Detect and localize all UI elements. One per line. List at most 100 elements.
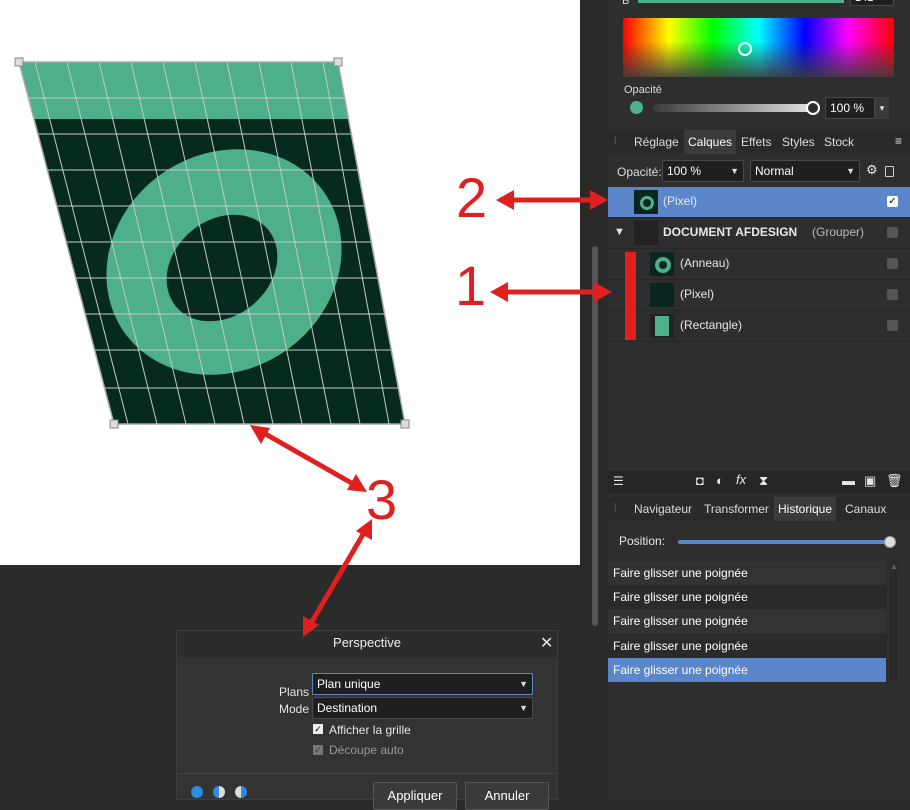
close-icon[interactable]: ✕ <box>540 633 553 653</box>
scroll-up-icon[interactable]: ▲ <box>890 562 898 571</box>
opacity-label: Opacité <box>624 84 662 96</box>
tab-calques[interactable]: Calques <box>684 130 737 154</box>
preset-icon-1[interactable] <box>191 786 203 798</box>
history-item[interactable]: Faire glisser une poignée <box>608 585 886 609</box>
folder-icon[interactable]: ▬ <box>842 473 855 488</box>
color-picker-cursor[interactable] <box>738 42 752 56</box>
lock-icon[interactable] <box>885 166 894 177</box>
opacity-dropdown-icon[interactable]: ▾ <box>875 97 889 119</box>
panel-scrollbar[interactable] <box>592 246 598 626</box>
preset-icon-2[interactable] <box>213 786 225 798</box>
layer-thumbnail <box>650 252 674 276</box>
handle-top-left[interactable] <box>14 57 24 67</box>
tab-transformer[interactable]: Transformer <box>700 497 773 521</box>
layer-visibility-checkbox[interactable] <box>887 258 898 269</box>
layer-label: DOCUMENT AFDESIGN <box>663 225 798 239</box>
color-spectrum[interactable] <box>623 18 894 77</box>
adjustment-icon[interactable]: ◐ <box>716 473 724 488</box>
layer-row-pixel-selected[interactable]: (Pixel) ✓ <box>608 187 910 218</box>
layer-visibility-checkbox[interactable] <box>887 227 898 238</box>
layers-stack-icon[interactable]: ☰ <box>613 474 624 488</box>
fx-icon[interactable]: fx <box>736 472 746 487</box>
layer-label: (Rectangle) <box>680 318 743 332</box>
trash-icon[interactable]: 🗑 <box>886 473 903 489</box>
tab-styles[interactable]: Styles <box>778 130 819 154</box>
layer-visibility-checkbox[interactable]: ✓ <box>887 196 898 207</box>
plans-select[interactable]: Plan unique ▼ <box>312 673 533 695</box>
channel-value-field[interactable]: 141 <box>850 0 894 6</box>
layer-visibility-checkbox[interactable] <box>887 289 898 300</box>
handle-bottom-right[interactable] <box>400 419 410 429</box>
layer-label: (Pixel) <box>663 194 698 208</box>
layer-row-pixel[interactable]: (Pixel) <box>608 280 910 311</box>
channel-label: B <box>622 0 630 7</box>
show-grid-checkbox[interactable]: ✓ <box>313 724 323 734</box>
layers-toolbar: ☰ ◘ ◐ fx ⧗ ▬ ▣ 🗑 <box>608 471 910 493</box>
handle-top-right[interactable] <box>333 57 343 67</box>
tab-canaux[interactable]: Canaux <box>841 497 890 521</box>
history-item-selected[interactable]: Faire glisser une poignée <box>608 658 886 682</box>
opacity-value-field[interactable]: 100 % <box>825 97 875 119</box>
perspective-dialog: Perspective ✕ Plans Plan unique ▼ Mode De… <box>176 630 558 810</box>
history-item[interactable]: Faire glisser une poignée <box>608 609 886 633</box>
chevron-down-icon: ▼ <box>519 703 528 713</box>
new-layer-icon[interactable]: ▣ <box>864 473 876 489</box>
history-slider-knob[interactable] <box>884 536 896 548</box>
artwork-rectangle <box>19 62 405 119</box>
annotation-number-3: 3 <box>366 468 398 531</box>
grip-icon: ⁞ <box>614 503 617 514</box>
layer-label: (Anneau) <box>680 256 730 270</box>
layer-label: (Pixel) <box>680 287 715 301</box>
chevron-down-icon: ▼ <box>730 166 739 176</box>
plans-label: Plans <box>278 685 309 699</box>
tab-stock[interactable]: Stock <box>820 130 858 154</box>
history-position-slider[interactable] <box>678 540 890 544</box>
color-swatch[interactable] <box>630 101 643 114</box>
apply-button[interactable]: Appliquer <box>373 782 457 810</box>
annotation-number-1: 1 <box>455 254 487 317</box>
mode-select[interactable]: Destination ▼ <box>312 697 533 719</box>
live-filter-icon[interactable]: ⧗ <box>759 473 768 489</box>
opacity-slider[interactable] <box>653 104 810 112</box>
panel-menu-icon[interactable]: ≡ <box>895 134 902 148</box>
layer-thumbnail <box>650 314 674 338</box>
tab-effets[interactable]: Effets <box>737 130 775 154</box>
perspective-artwork[interactable] <box>0 0 580 565</box>
tab-reglage[interactable]: Réglage <box>630 130 683 154</box>
chevron-down-icon: ▼ <box>846 166 855 176</box>
channel-slider[interactable] <box>638 0 844 3</box>
layer-thumbnail <box>650 283 674 307</box>
annotation-number-2: 2 <box>456 166 488 229</box>
grip-icon: ⁞ <box>614 136 617 147</box>
gear-icon[interactable]: ⚙ <box>866 162 878 178</box>
tab-historique[interactable]: Historique <box>774 497 837 521</box>
preset-icon-3[interactable] <box>235 786 247 798</box>
layer-visibility-checkbox[interactable] <box>887 320 898 331</box>
tab-navigateur[interactable]: Navigateur <box>630 497 696 521</box>
chevron-down-icon: ▼ <box>519 679 528 689</box>
layer-row-group[interactable]: ▼ DOCUMENT AFDESIGN (Grouper) <box>608 218 910 249</box>
mask-icon[interactable]: ◘ <box>696 473 704 488</box>
layer-thumbnail <box>634 221 658 245</box>
history-scrollbar[interactable]: ▲ <box>890 562 898 682</box>
show-grid-label: Afficher la grille <box>329 723 411 737</box>
history-position-label: Position: <box>619 534 666 548</box>
top-tab-bar: ⁞ Réglage Calques Effets Styles Stock ≡ <box>608 130 910 154</box>
history-item[interactable]: Faire glisser une poignée <box>608 634 886 658</box>
history-item[interactable]: Faire glisser une poignée <box>608 561 886 585</box>
handle-bottom-left[interactable] <box>109 419 119 429</box>
expand-triangle-icon[interactable]: ▼ <box>614 226 625 238</box>
layer-opacity-label: Opacité: <box>617 165 662 179</box>
opacity-slider-knob[interactable] <box>806 101 820 115</box>
cancel-button[interactable]: Annuler <box>465 782 549 810</box>
layer-thumbnail <box>634 190 658 214</box>
layer-opacity-field[interactable]: 100 % ▼ <box>662 160 744 182</box>
mode-value: Destination <box>317 701 378 715</box>
auto-crop-checkbox[interactable]: ✓ <box>313 745 323 755</box>
layer-type-label: (Grouper) <box>812 225 865 239</box>
layer-row-anneau[interactable]: (Anneau) <box>608 249 910 280</box>
mode-label: Mode <box>278 702 309 716</box>
blend-mode-select[interactable]: Normal ▼ <box>750 160 860 182</box>
layer-row-rectangle[interactable]: (Rectangle) <box>608 311 910 342</box>
plans-value: Plan unique <box>317 677 381 691</box>
